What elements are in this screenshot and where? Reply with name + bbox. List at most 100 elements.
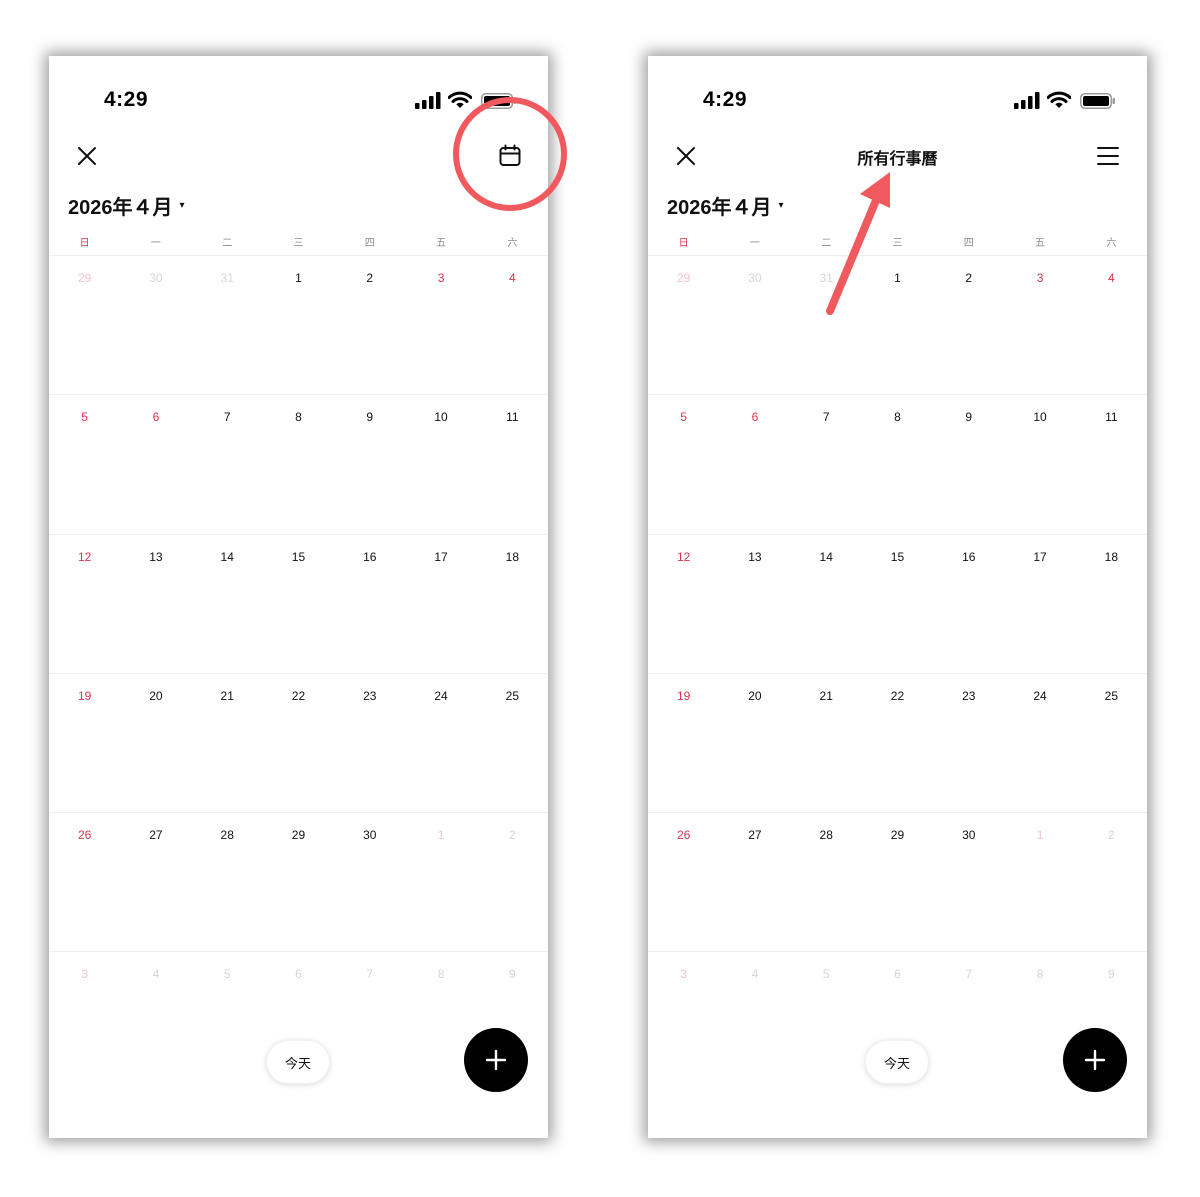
day-cell[interactable]: 10 [405,395,476,533]
status-time: 4:29 [703,88,748,111]
menu-icon[interactable] [1096,145,1120,167]
day-cell[interactable]: 5 [49,395,120,533]
day-cell[interactable]: 23 [334,674,405,812]
day-cell[interactable]: 30 [120,256,191,394]
day-cell[interactable]: 8 [263,395,334,533]
day-cell[interactable]: 17 [1004,535,1075,673]
day-cell[interactable]: 1 [263,256,334,394]
day-cell[interactable]: 7 [192,395,263,533]
day-cell[interactable]: 15 [263,535,334,673]
add-event-button[interactable] [464,1028,528,1092]
caret-down-icon: ▾ [778,200,784,211]
day-cell[interactable]: 27 [719,813,790,951]
day-cell[interactable]: 14 [791,535,862,673]
day-cell[interactable]: 6 [120,395,191,533]
weekday-label: 五 [1035,238,1046,249]
month-selector[interactable]: 2026年４月 ▾ [667,191,784,220]
day-cell[interactable]: 30 [334,813,405,951]
today-button[interactable]: 今天 [865,1040,929,1084]
day-cell[interactable]: 1 [405,813,476,951]
day-cell[interactable]: 28 [192,813,263,951]
day-cell[interactable]: 5 [791,952,862,1091]
wifi-icon [1047,91,1071,108]
day-cell[interactable]: 14 [192,535,263,673]
day-cell[interactable]: 24 [1004,674,1075,812]
day-cell[interactable]: 2 [334,256,405,394]
day-cell[interactable]: 12 [49,535,120,673]
day-cell[interactable]: 2 [933,256,1004,394]
day-cell[interactable]: 31 [192,256,263,394]
day-cell[interactable]: 30 [933,813,1004,951]
day-cell[interactable]: 18 [1076,535,1147,673]
day-cell[interactable]: 9 [933,395,1004,533]
day-cell[interactable]: 30 [719,256,790,394]
week-row: 12 13 14 15 16 17 18 [648,535,1147,674]
today-button[interactable]: 今天 [266,1040,330,1084]
weekday-label: 三 [293,238,304,249]
day-cell[interactable]: 4 [1076,256,1147,394]
plus-icon [1084,1049,1106,1071]
day-cell[interactable]: 25 [1076,674,1147,812]
day-cell[interactable]: 24 [405,674,476,812]
day-cell[interactable]: 3 [405,256,476,394]
day-cell[interactable]: 2 [1076,813,1147,951]
day-cell[interactable]: 10 [1004,395,1075,533]
day-cell[interactable]: 2 [477,813,548,951]
day-cell[interactable]: 3 [49,952,120,1091]
month-grid: 29 30 31 1 2 3 4 5 6 7 8 9 10 11 12 13 14 15 16 17 18 19 20 21 2… [648,256,1147,1092]
cellular-signal-icon [415,92,441,109]
phone-screen-left: 4:29 2026年４月 ▾ 日一二三四五六 29 30 31 1 2 3 4 5 6 7 8 9 10… [49,56,548,1138]
weekday-label: 六 [1106,238,1117,249]
day-cell[interactable]: 11 [1076,395,1147,533]
day-cell[interactable]: 21 [791,674,862,812]
close-button[interactable] [75,144,99,168]
day-cell[interactable]: 3 [648,952,719,1091]
day-cell[interactable]: 5 [648,395,719,533]
day-cell[interactable]: 9 [334,395,405,533]
day-cell[interactable]: 29 [862,813,933,951]
month-selector[interactable]: 2026年４月 ▾ [68,191,185,220]
day-cell[interactable]: 27 [120,813,191,951]
day-cell[interactable]: 20 [120,674,191,812]
wifi-icon [448,91,472,108]
day-cell[interactable]: 6 [719,395,790,533]
day-cell[interactable]: 16 [933,535,1004,673]
week-row: 29 30 31 1 2 3 4 [49,256,548,396]
day-cell[interactable]: 29 [648,256,719,394]
day-cell[interactable]: 28 [791,813,862,951]
day-cell[interactable]: 22 [263,674,334,812]
day-cell[interactable]: 29 [263,813,334,951]
day-cell[interactable]: 26 [648,813,719,951]
day-cell[interactable]: 4 [120,952,191,1091]
day-cell[interactable]: 7 [334,952,405,1091]
weekday-label: 一 [150,238,161,249]
day-cell[interactable]: 26 [49,813,120,951]
week-row: 5 6 7 8 9 10 11 [49,395,548,535]
day-cell[interactable]: 12 [648,535,719,673]
day-cell[interactable]: 21 [192,674,263,812]
day-cell[interactable]: 17 [405,535,476,673]
day-cell[interactable]: 4 [477,256,548,394]
day-cell[interactable]: 11 [477,395,548,533]
day-cell[interactable]: 16 [334,535,405,673]
day-cell[interactable]: 7 [933,952,1004,1091]
day-cell[interactable]: 29 [49,256,120,394]
day-cell[interactable]: 19 [49,674,120,812]
day-cell[interactable]: 4 [719,952,790,1091]
day-cell[interactable]: 23 [933,674,1004,812]
day-cell[interactable]: 13 [719,535,790,673]
day-cell[interactable]: 25 [477,674,548,812]
day-cell[interactable]: 15 [862,535,933,673]
day-cell[interactable]: 19 [648,674,719,812]
day-cell[interactable]: 13 [120,535,191,673]
day-cell[interactable]: 22 [862,674,933,812]
day-cell[interactable]: 7 [791,395,862,533]
day-cell[interactable]: 1 [1004,813,1075,951]
all-calendars-title[interactable]: 所有行事曆 [648,145,1147,169]
day-cell[interactable]: 20 [719,674,790,812]
add-event-button[interactable] [1063,1028,1127,1092]
day-cell[interactable]: 5 [192,952,263,1091]
day-cell[interactable]: 8 [862,395,933,533]
day-cell[interactable]: 18 [477,535,548,673]
day-cell[interactable]: 3 [1004,256,1075,394]
